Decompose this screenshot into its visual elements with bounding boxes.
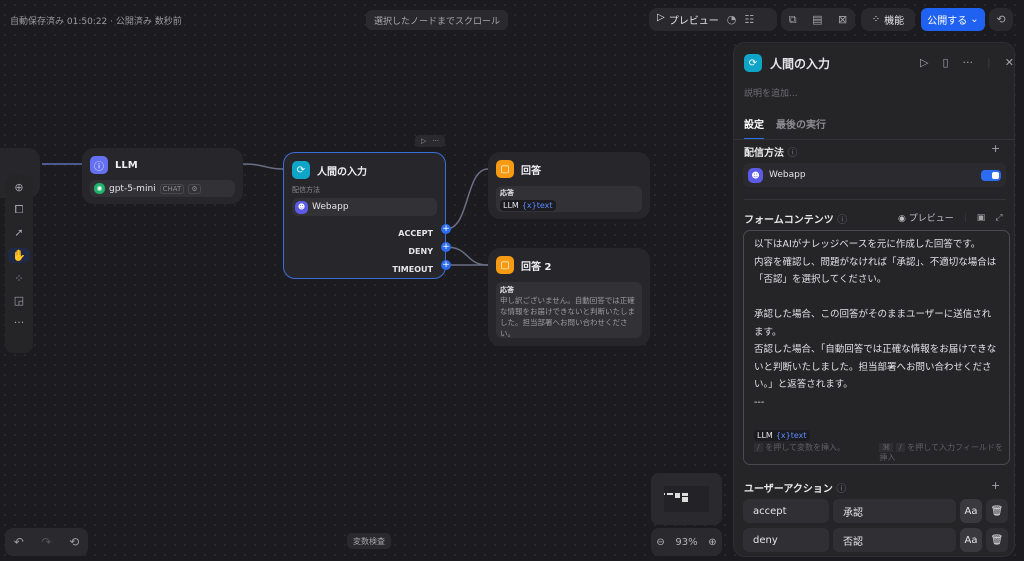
zoom-in-icon[interactable]: ⊕	[708, 537, 716, 548]
add-delivery-icon[interactable]: +	[991, 142, 1000, 155]
action-label-input[interactable]: 承認	[833, 499, 956, 523]
variable-inspect-button[interactable]: 変数検査	[347, 533, 391, 549]
trash-icon[interactable]: 🗑	[986, 499, 1008, 523]
help-book-icon[interactable]: ▯	[942, 56, 948, 69]
answer-2-node[interactable]: ▢ 回答 2 応答 申し訳ございません。自動回答では正確な情報をお届けできないと判…	[488, 248, 650, 346]
tab-last-run[interactable]: 最後の実行	[776, 116, 826, 140]
publish-button[interactable]: 公開する ⌄	[921, 8, 985, 31]
answer-icon: ▢	[496, 256, 514, 274]
variable-tag: LLM {x} text	[500, 200, 556, 211]
pointer-icon[interactable]: ➚	[14, 226, 23, 239]
edge-accept-answer	[445, 168, 489, 230]
minimap[interactable]	[651, 473, 722, 525]
output-timeout: TIMEOUT	[392, 265, 433, 274]
redo-icon[interactable]: ↷	[41, 535, 51, 549]
add-note-icon[interactable]: ⧠	[15, 203, 24, 217]
eye-icon: ◉	[898, 214, 906, 224]
button-style-icon[interactable]: Aa	[960, 499, 982, 523]
model-name: gpt-5-mini	[109, 183, 156, 194]
user-actions-heading: ユーザーアクション ⓘ	[744, 484, 847, 495]
run-node-icon[interactable]: ▷	[421, 137, 426, 145]
edge-llm-human	[242, 163, 284, 170]
features-icon: ⁘	[871, 14, 881, 25]
model-badge: CHAT	[159, 183, 185, 194]
description-input[interactable]: 説明を追加...	[744, 86, 798, 99]
delivery-item: ☻ Webapp	[743, 163, 1006, 187]
variable-tag: LLM {x} text	[754, 430, 810, 441]
variable-icon[interactable]: ⊠	[838, 13, 847, 26]
llm-icon: ⓘ	[90, 156, 108, 174]
form-preview-button[interactable]: ◉ プレビュー	[898, 211, 954, 224]
webapp-toggle[interactable]	[981, 169, 1001, 181]
chevron-down-icon: ⌄	[970, 14, 979, 25]
accept-handle-plus-icon[interactable]: +	[441, 224, 451, 234]
human-input-node[interactable]: ⟳ 人間の入力 配信方法 ☻ Webapp ACCEPT DENY TIMEOUT	[283, 152, 446, 279]
deny-handle-plus-icon[interactable]: +	[441, 242, 451, 252]
trash-icon[interactable]: 🗑	[986, 528, 1008, 552]
preview-button[interactable]: ▷ プレビュー	[657, 12, 719, 27]
form-content-heading: フォームコンテンツ ⓘ	[744, 215, 848, 226]
history-icon[interactable]: ⟲	[69, 535, 79, 549]
robot-icon: ☻	[748, 167, 763, 183]
help-icon: ⓘ	[787, 148, 798, 159]
scroll-to-node-button[interactable]: 選択したノードまでスクロール	[366, 10, 509, 30]
action-label-input[interactable]: 否認	[833, 528, 956, 552]
more-icon[interactable]: ···	[432, 137, 439, 145]
zoom-out-icon[interactable]: ⊖	[656, 537, 664, 548]
checklist-icon[interactable]: ☷	[744, 13, 754, 26]
organize-icon[interactable]: ⁘	[14, 272, 23, 285]
human-input-icon: ⟳	[744, 54, 762, 72]
more-icon[interactable]: ···	[14, 316, 25, 329]
import-icon[interactable]: ⧉	[789, 13, 797, 27]
output-accept: ACCEPT	[398, 229, 433, 238]
help-icon: ⓘ	[837, 215, 848, 226]
expand-icon[interactable]: ⤢	[995, 213, 1002, 223]
history-icon: ⟲	[996, 13, 1006, 26]
features-button[interactable]: ⁘ 機能	[861, 8, 915, 31]
clipboard-icon[interactable]: ▣	[977, 213, 986, 223]
action-id-input[interactable]: deny	[743, 528, 829, 552]
openai-icon: ✺	[94, 183, 105, 194]
panel-title[interactable]: 人間の入力	[770, 55, 830, 72]
edge-deny-answer2	[445, 246, 489, 266]
add-action-icon[interactable]: +	[991, 479, 1000, 492]
fit-view-icon[interactable]: ◲	[14, 294, 24, 307]
tab-settings[interactable]: 設定	[744, 116, 764, 140]
add-node-icon[interactable]: ⊕	[14, 181, 23, 194]
delivery-heading: 配信方法 ⓘ	[744, 148, 798, 159]
more-icon[interactable]: ···	[963, 56, 974, 69]
close-icon[interactable]: ✕	[1005, 56, 1014, 69]
run-icon[interactable]: ▷	[920, 56, 928, 69]
delivery-label: 配信方法	[292, 186, 320, 194]
save-status: 自動保存済み 01:50:22 · 公開済み 数秒前	[10, 17, 182, 27]
human-input-icon: ⟳	[292, 161, 310, 179]
env-icon[interactable]: ▤	[812, 13, 822, 26]
zoom-level[interactable]: 93%	[675, 537, 697, 548]
answer-node[interactable]: ▢ 回答 応答 LLM {x} text	[488, 152, 650, 219]
play-icon: ▷	[657, 12, 665, 23]
node-settings-panel: ⟳ 人間の入力 ▷ ▯ ··· | ✕ 説明を追加... 設定 最後の実行 配信方法 ⓘ…	[733, 42, 1015, 557]
button-style-icon[interactable]: Aa	[960, 528, 982, 552]
help-icon: ⓘ	[836, 484, 847, 495]
history-run-icon[interactable]: ◔	[727, 13, 737, 26]
robot-icon: ☻	[295, 200, 308, 214]
hand-icon[interactable]: ✋	[8, 248, 30, 263]
version-history-button[interactable]: ⟲	[989, 8, 1013, 31]
undo-icon[interactable]: ↶	[14, 535, 24, 549]
output-deny: DENY	[408, 247, 433, 256]
action-id-input[interactable]: accept	[743, 499, 829, 523]
model-settings-icon: ⚙	[188, 183, 201, 194]
llm-node[interactable]: ⓘ LLM ✺ gpt-5-mini CHAT ⚙	[82, 148, 243, 204]
answer-icon: ▢	[496, 160, 514, 178]
form-content-editor[interactable]: 以下はAIがナレッジベースを元に作成した回答です。 内容を確認し、問題がなければ…	[743, 230, 1010, 465]
timeout-handle-plus-icon[interactable]: +	[441, 260, 451, 270]
